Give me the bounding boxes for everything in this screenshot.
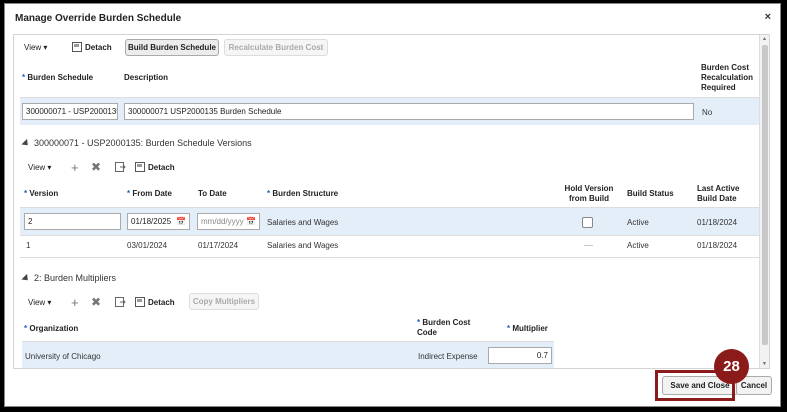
calendar-icon[interactable]: 📅 [246,217,256,226]
hold-version-checkbox[interactable] [582,217,593,228]
header-from-date: * From Date [127,189,172,198]
close-icon[interactable]: × [765,11,771,23]
dialog-title: Manage Override Burden Schedule [15,13,182,24]
header-burden-cost-code: * Burden Cost Code [417,318,471,337]
version-value: 1 [26,241,31,250]
scroll-down-icon[interactable]: ▼ [762,361,767,367]
to-date-input[interactable]: mm/dd/yyyy 📅 [197,213,260,230]
multiplier-input[interactable]: 0.7 [488,347,552,364]
recalculate-burden-cost-button: Recalculate Burden Cost [224,39,328,56]
export-icon[interactable] [115,162,126,172]
multipliers-detach-button[interactable]: Detach [135,297,175,307]
version-input[interactable]: 2 [24,213,121,230]
detach-button[interactable]: Detach [72,42,112,52]
collapse-icon [21,138,31,149]
detach-icon [135,297,145,307]
header-description: Description [124,73,169,82]
delete-icon[interactable]: ✖ [91,295,101,309]
recalc-required-value: No [702,108,713,117]
header-last-active-build-date: Last Active Build Date [697,184,740,203]
detach-icon [72,42,82,52]
versions-section-header[interactable]: 300000071 - USP2000135: Burden Schedule … [21,138,252,149]
build-status-value: Active [627,218,649,227]
detach-icon [135,162,145,172]
description-input[interactable]: 300000071 USP2000135 Burden Schedule [124,103,694,120]
header-build-status: Build Status [627,189,674,198]
delete-icon[interactable]: ✖ [91,160,101,174]
burden-cost-code-value: Indirect Expense [418,352,478,361]
detach-label: Detach [85,42,112,52]
export-icon[interactable] [115,297,126,307]
header-multiplier: * Multiplier [507,324,548,333]
versions-detach-button[interactable]: Detach [135,162,175,172]
burden-schedule-input[interactable]: 300000071 - USP2000135 [22,103,118,120]
from-date-value: 03/01/2024 [127,241,168,250]
calendar-icon[interactable]: 📅 [176,217,186,226]
to-date-value: 01/17/2024 [198,241,239,250]
scroll-up-icon[interactable]: ▲ [762,36,767,42]
last-active-build-date-value: 01/18/2024 [697,241,738,250]
build-status-value: Active [627,241,649,250]
multipliers-section-header[interactable]: 2: Burden Multipliers [21,273,116,284]
dialog-content: View ▾ Detach Build Burden Schedule Reca… [13,34,770,369]
last-active-build-date-value: 01/18/2024 [697,218,738,227]
add-icon[interactable]: + [71,295,79,310]
collapse-icon [21,273,31,284]
scroll-thumb[interactable] [762,45,768,345]
hold-version-value: __ [584,237,593,246]
add-icon[interactable]: + [71,160,79,175]
burden-structure-value: Salaries and Wages [267,241,339,250]
step-callout-badge: 28 [714,349,749,384]
copy-multipliers-button: Copy Multipliers [189,293,259,310]
header-to-date: To Date [198,189,227,198]
header-version: * Version [24,189,59,198]
header-burden-structure: * Burden Structure [267,189,339,198]
manage-override-burden-schedule-dialog: Manage Override Burden Schedule × View ▾… [4,3,781,407]
vertical-scrollbar[interactable]: ▲ ▼ [759,35,769,368]
view-menu[interactable]: View ▾ [24,43,47,52]
header-organization: * Organization [24,324,79,333]
header-burden-schedule: * Burden Schedule [22,73,94,82]
header-recalc-required: Burden Cost Recalculation Required [701,63,754,92]
build-burden-schedule-button[interactable]: Build Burden Schedule [125,39,219,56]
header-hold-version: Hold Version from Build [564,184,614,203]
organization-value: University of Chicago [25,352,101,361]
from-date-input[interactable]: 01/18/2025 📅 [127,213,190,230]
multipliers-view-menu[interactable]: View ▾ [28,298,51,307]
burden-structure-value: Salaries and Wages [267,218,339,227]
versions-view-menu[interactable]: View ▾ [28,163,51,172]
